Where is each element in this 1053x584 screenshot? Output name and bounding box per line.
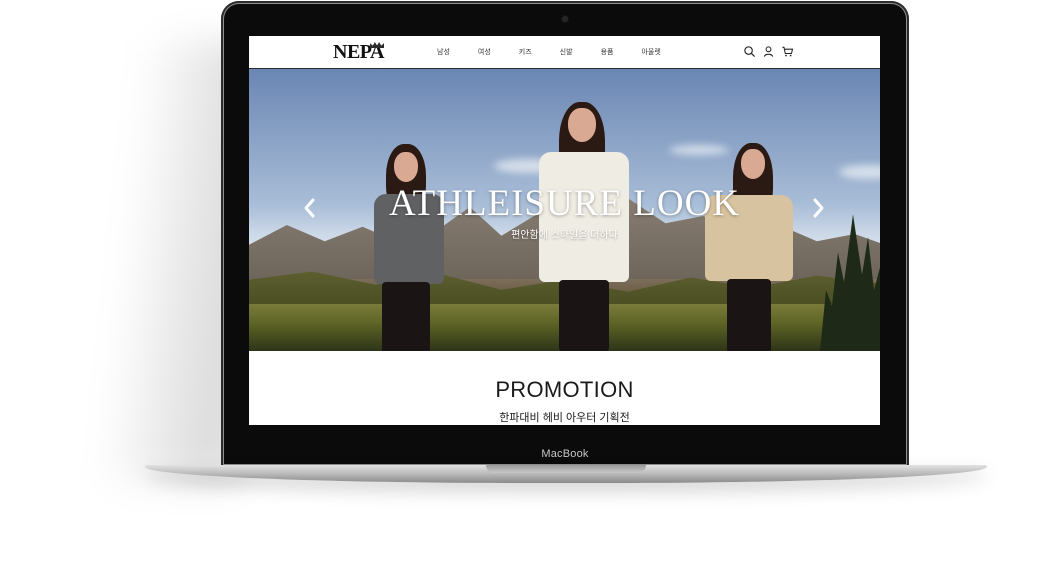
nav-item-men[interactable]: 남성 (437, 47, 450, 59)
chevron-right-icon[interactable] (809, 196, 827, 220)
promotion-section: PROMOTION 한파대비 헤비 아우터 기획전 (249, 351, 880, 425)
search-icon[interactable] (743, 45, 756, 58)
model-right (701, 143, 801, 351)
product-mockup: NEPA 남성 여성 키즈 신발 용품 아울렛 ATHLEISURE LOOK … (0, 0, 1053, 584)
nav-item-women[interactable]: 여성 (478, 47, 491, 59)
header-icons (743, 45, 794, 59)
hero-subtitle: 편안함에 스타일을 더하다 (511, 230, 618, 241)
cart-icon[interactable] (781, 45, 794, 58)
promotion-title: PROMOTION (495, 377, 634, 402)
main-nav: 남성 여성 키즈 신발 용품 아울렛 (437, 47, 689, 59)
model-left (364, 144, 464, 351)
cloud (839, 165, 880, 179)
hero-title: ATHLEISURE LOOK (388, 183, 741, 224)
website-screen: NEPA 남성 여성 키즈 신발 용품 아울렛 ATHLEISURE LOOK … (249, 36, 880, 425)
nav-item-kids[interactable]: 키즈 (519, 47, 532, 59)
chevron-left-icon[interactable] (301, 196, 319, 220)
device-label: MacBook (541, 448, 589, 460)
promotion-subtitle[interactable]: 한파대비 헤비 아우터 기획전 (249, 409, 880, 425)
nav-item-gear[interactable]: 용품 (601, 47, 614, 59)
nav-item-outlet[interactable]: 아울렛 (641, 47, 660, 59)
hero-banner[interactable]: ATHLEISURE LOOK 편안함에 스타일을 더하다 (249, 69, 880, 351)
site-header: NEPA 남성 여성 키즈 신발 용품 아울렛 (249, 36, 880, 69)
camera-icon (562, 16, 568, 22)
user-icon[interactable] (762, 45, 775, 58)
nav-item-shoes[interactable]: 신발 (560, 47, 573, 59)
laptop-notch (486, 465, 646, 473)
